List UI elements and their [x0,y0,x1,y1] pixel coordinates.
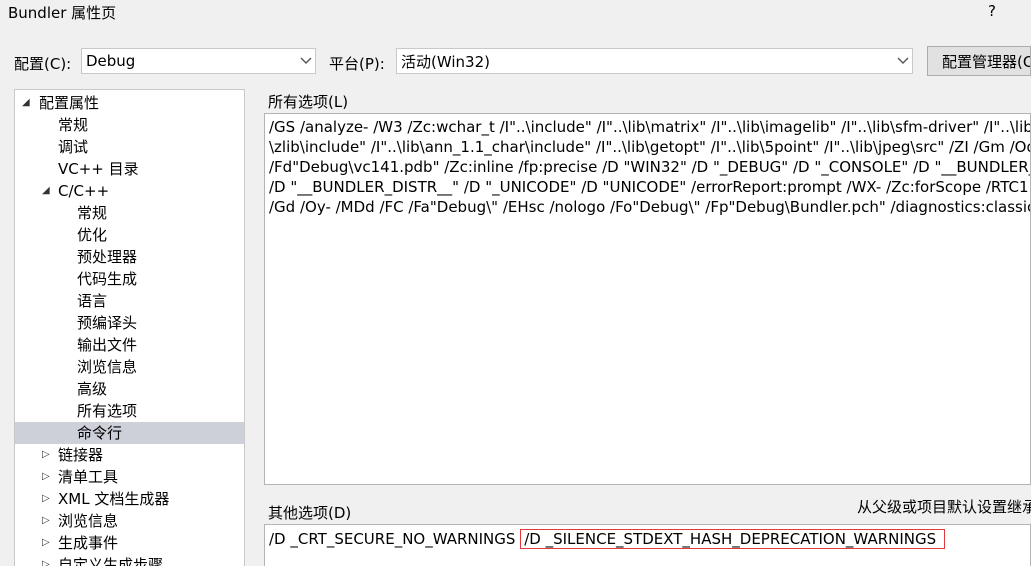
tree-item-build-events[interactable]: ▷ 生成事件 [15,532,244,554]
all-options-textbox[interactable]: /GS /analyze- /W3 /Zc:wchar_t /I"..\incl… [264,113,1031,485]
tree-item-xml-doc-generator[interactable]: ▷ XML 文档生成器 [15,488,244,510]
all-options-line: /Gd /Oy- /MDd /FC /Fa"Debug\" /EHsc /nol… [269,198,1031,216]
tree-item-c-cpp[interactable]: ◢ C/C++ [15,180,244,202]
all-options-label: 所有选项(L) [268,93,349,111]
tree-item-browse-info[interactable]: 浏览信息 [15,356,244,378]
collapsed-triangle-icon[interactable]: ▷ [42,488,50,510]
all-options-line: \zlib\include" /I"..\lib\ann_1.1_char\in… [269,138,1031,156]
chevron-down-icon [297,49,315,73]
help-button[interactable]: ? [988,2,996,20]
tree-item-preprocessor[interactable]: 预处理器 [15,246,244,268]
tree-item-debugging[interactable]: 调试 [15,136,244,158]
collapsed-triangle-icon[interactable]: ▷ [42,444,50,466]
chevron-down-icon [894,49,912,73]
other-options-value-highlighted: /D _SILENCE_STDEXT_HASH_DEPRECATION_WARN… [520,529,946,549]
all-options-line: /Fd"Debug\vc141.pdb" /Zc:inline /fp:prec… [269,158,1031,176]
other-options-label: 其他选项(D) [268,504,352,522]
tree-item-output-files[interactable]: 输出文件 [15,334,244,356]
other-options-input[interactable]: /D _CRT_SECURE_NO_WARNINGS /D _SILENCE_S… [264,524,1031,566]
collapsed-triangle-icon[interactable]: ▷ [42,532,50,554]
tree-item-vc-directories[interactable]: VC++ 目录 [15,158,244,180]
config-select[interactable]: Debug [81,48,316,74]
inherit-defaults-label: 从父级或项目默认设置继承 [857,498,1031,516]
platform-select-value: 活动(Win32) [401,52,490,71]
collapsed-triangle-icon[interactable]: ▷ [42,510,50,532]
tree-item-manifest-tool[interactable]: ▷ 清单工具 [15,466,244,488]
window-title: Bundler 属性页 [8,4,117,22]
tree-item-code-generation[interactable]: 代码生成 [15,268,244,290]
tree-item-command-line[interactable]: 命令行 [15,422,244,444]
tree-item-advanced[interactable]: 高级 [15,378,244,400]
config-manager-button[interactable]: 配置管理器(C [927,46,1031,76]
tree-item-precompiled-headers[interactable]: 预编译头 [15,312,244,334]
expanded-triangle-icon[interactable]: ◢ [22,92,30,114]
all-options-line: /D "__BUNDLER_DISTR__" /D "_UNICODE" /D … [269,178,1029,196]
all-options-line: /GS /analyze- /W3 /Zc:wchar_t /I"..\incl… [269,118,1031,136]
property-tree[interactable]: ◢ 配置属性 常规 调试 VC++ 目录 ◢ C/C++ 常规 优化 预处理器 … [14,89,245,566]
tree-item-custom-build-step[interactable]: ▷ 自定义生成步骤 [15,554,244,566]
tree-item-linker[interactable]: ▷ 链接器 [15,444,244,466]
platform-select[interactable]: 活动(Win32) [396,48,913,74]
tree-item-config-properties[interactable]: ◢ 配置属性 [15,92,244,114]
tree-item-browse-information[interactable]: ▷ 浏览信息 [15,510,244,532]
platform-label: 平台(P): [329,55,385,73]
config-select-value: Debug [86,52,136,70]
expanded-triangle-icon[interactable]: ◢ [42,180,50,202]
tree-item-all-options[interactable]: 所有选项 [15,400,244,422]
config-label: 配置(C): [14,55,72,73]
tree-item-general[interactable]: 常规 [15,114,244,136]
other-options-value-existing: /D _CRT_SECURE_NO_WARNINGS [269,530,516,548]
collapsed-triangle-icon[interactable]: ▷ [42,554,50,566]
tree-item-language[interactable]: 语言 [15,290,244,312]
collapsed-triangle-icon[interactable]: ▷ [42,466,50,488]
tree-item-optimization[interactable]: 优化 [15,224,244,246]
tree-item-cpp-general[interactable]: 常规 [15,202,244,224]
